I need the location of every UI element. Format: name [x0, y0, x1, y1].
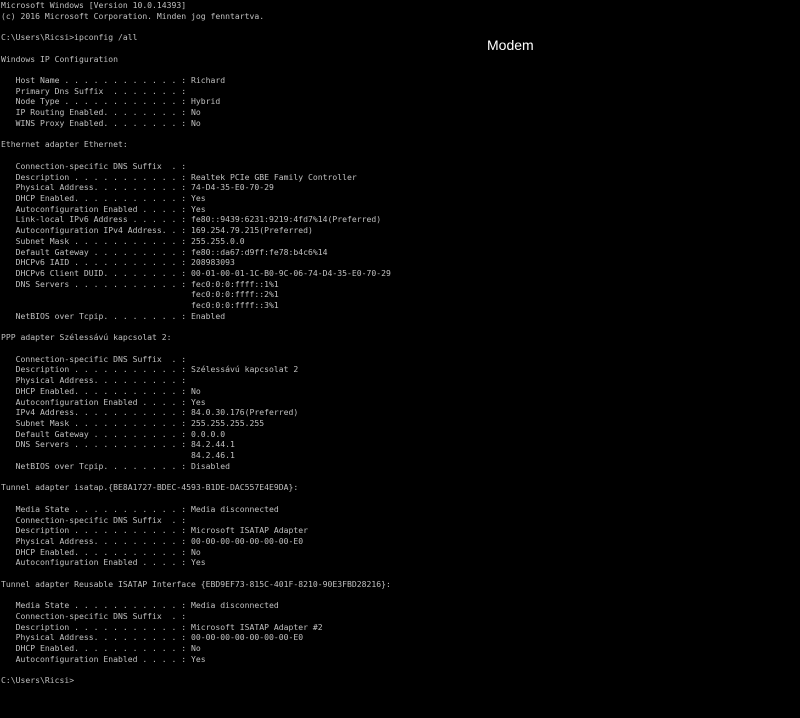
console-line: Node Type . . . . . . . . . . . . : Hybr…	[1, 96, 221, 107]
console-line: DHCPv6 IAID . . . . . . . . . . . : 2089…	[1, 257, 235, 268]
console-line: fec0:0:0:ffff::2%1	[1, 289, 279, 300]
console-line: DHCP Enabled. . . . . . . . . . . : No	[1, 546, 201, 557]
console-line: Host Name . . . . . . . . . . . . : Rich…	[1, 75, 226, 86]
console-line: Ethernet adapter Ethernet:	[1, 139, 128, 150]
modem-annotation-label: Modem	[487, 37, 534, 53]
command-prompt[interactable]: C:\Users\Ricsi>	[1, 675, 800, 686]
console-line: Link-local IPv6 Address . . . . . : fe80…	[1, 214, 382, 225]
console-line: IPv4 Address. . . . . . . . . . . : 84.0…	[1, 407, 299, 418]
console-line: WINS Proxy Enabled. . . . . . . . : No	[1, 117, 201, 128]
console-line: Physical Address. . . . . . . . . : 74-D…	[1, 182, 274, 193]
console-line: Default Gateway . . . . . . . . . : 0.0.…	[1, 428, 226, 439]
console-line: Tunnel adapter isatap.{BE8A1727-BDEC-459…	[1, 482, 299, 493]
console-line: DHCPv6 Client DUID. . . . . . . . : 00-0…	[1, 267, 391, 278]
console-line: Microsoft Windows [Version 10.0.14393]	[1, 0, 187, 10]
console-line: fec0:0:0:ffff::3%1	[1, 300, 279, 311]
console-line: Description . . . . . . . . . . . : Micr…	[1, 525, 308, 536]
console-line: Physical Address. . . . . . . . . : 00-0…	[1, 535, 304, 546]
console-line: Description . . . . . . . . . . . : Szél…	[1, 364, 299, 375]
console-line: 84.2.46.1	[1, 450, 235, 461]
console-line: Media State . . . . . . . . . . . : Medi…	[1, 503, 279, 514]
console-line: NetBIOS over Tcpip. . . . . . . . : Enab…	[1, 310, 226, 321]
console-window[interactable]: Microsoft Windows [Version 10.0.14393] (c…	[0, 0, 800, 718]
console-line: DHCP Enabled. . . . . . . . . . . : Yes	[1, 192, 206, 203]
console-line: Autoconfiguration Enabled . . . . : Yes	[1, 396, 206, 407]
console-line: DHCP Enabled. . . . . . . . . . . : No	[1, 385, 201, 396]
console-line: Subnet Mask . . . . . . . . . . . : 255.…	[1, 235, 245, 246]
console-line: DHCP Enabled. . . . . . . . . . . : No	[1, 643, 201, 654]
console-line: C:\Users\Ricsi>ipconfig /all	[1, 32, 138, 43]
console-line: Media State . . . . . . . . . . . : Medi…	[1, 600, 279, 611]
console-line: Autoconfiguration Enabled . . . . : Yes	[1, 203, 206, 214]
console-line: Description . . . . . . . . . . . : Micr…	[1, 621, 323, 632]
console-line: Physical Address. . . . . . . . . : 00-0…	[1, 632, 304, 643]
console-line: Physical Address. . . . . . . . . :	[1, 375, 187, 386]
console-line: DNS Servers . . . . . . . . . . . : fec0…	[1, 278, 279, 289]
console-line: IP Routing Enabled. . . . . . . . : No	[1, 107, 201, 118]
console-line: Subnet Mask . . . . . . . . . . . : 255.…	[1, 418, 265, 429]
console-line: Autoconfiguration Enabled . . . . : Yes	[1, 557, 206, 568]
console-line: Connection-specific DNS Suffix . :	[1, 353, 187, 364]
console-line: Windows IP Configuration	[1, 53, 118, 64]
console-line: PPP adapter Szélessávú kapcsolat 2:	[1, 332, 172, 343]
console-line: NetBIOS over Tcpip. . . . . . . . : Disa…	[1, 460, 231, 471]
console-line: Connection-specific DNS Suffix . :	[1, 160, 187, 171]
console-output: Microsoft Windows [Version 10.0.14393] (c…	[0, 0, 800, 686]
console-line: (c) 2016 Microsoft Corporation. Minden j…	[1, 10, 265, 21]
console-line: DNS Servers . . . . . . . . . . . : 84.2…	[1, 439, 235, 450]
console-line: Tunnel adapter Reusable ISATAP Interface…	[1, 578, 391, 589]
console-line: Default Gateway . . . . . . . . . : fe80…	[1, 246, 328, 257]
console-line: Autoconfiguration IPv4 Address. . : 169.…	[1, 225, 313, 236]
console-line: Connection-specific DNS Suffix . :	[1, 514, 187, 525]
console-line: Description . . . . . . . . . . . : Real…	[1, 171, 357, 182]
console-line: Autoconfiguration Enabled . . . . : Yes	[1, 653, 206, 664]
console-line: Primary Dns Suffix . . . . . . . :	[1, 85, 187, 96]
console-line: Connection-specific DNS Suffix . :	[1, 610, 187, 621]
